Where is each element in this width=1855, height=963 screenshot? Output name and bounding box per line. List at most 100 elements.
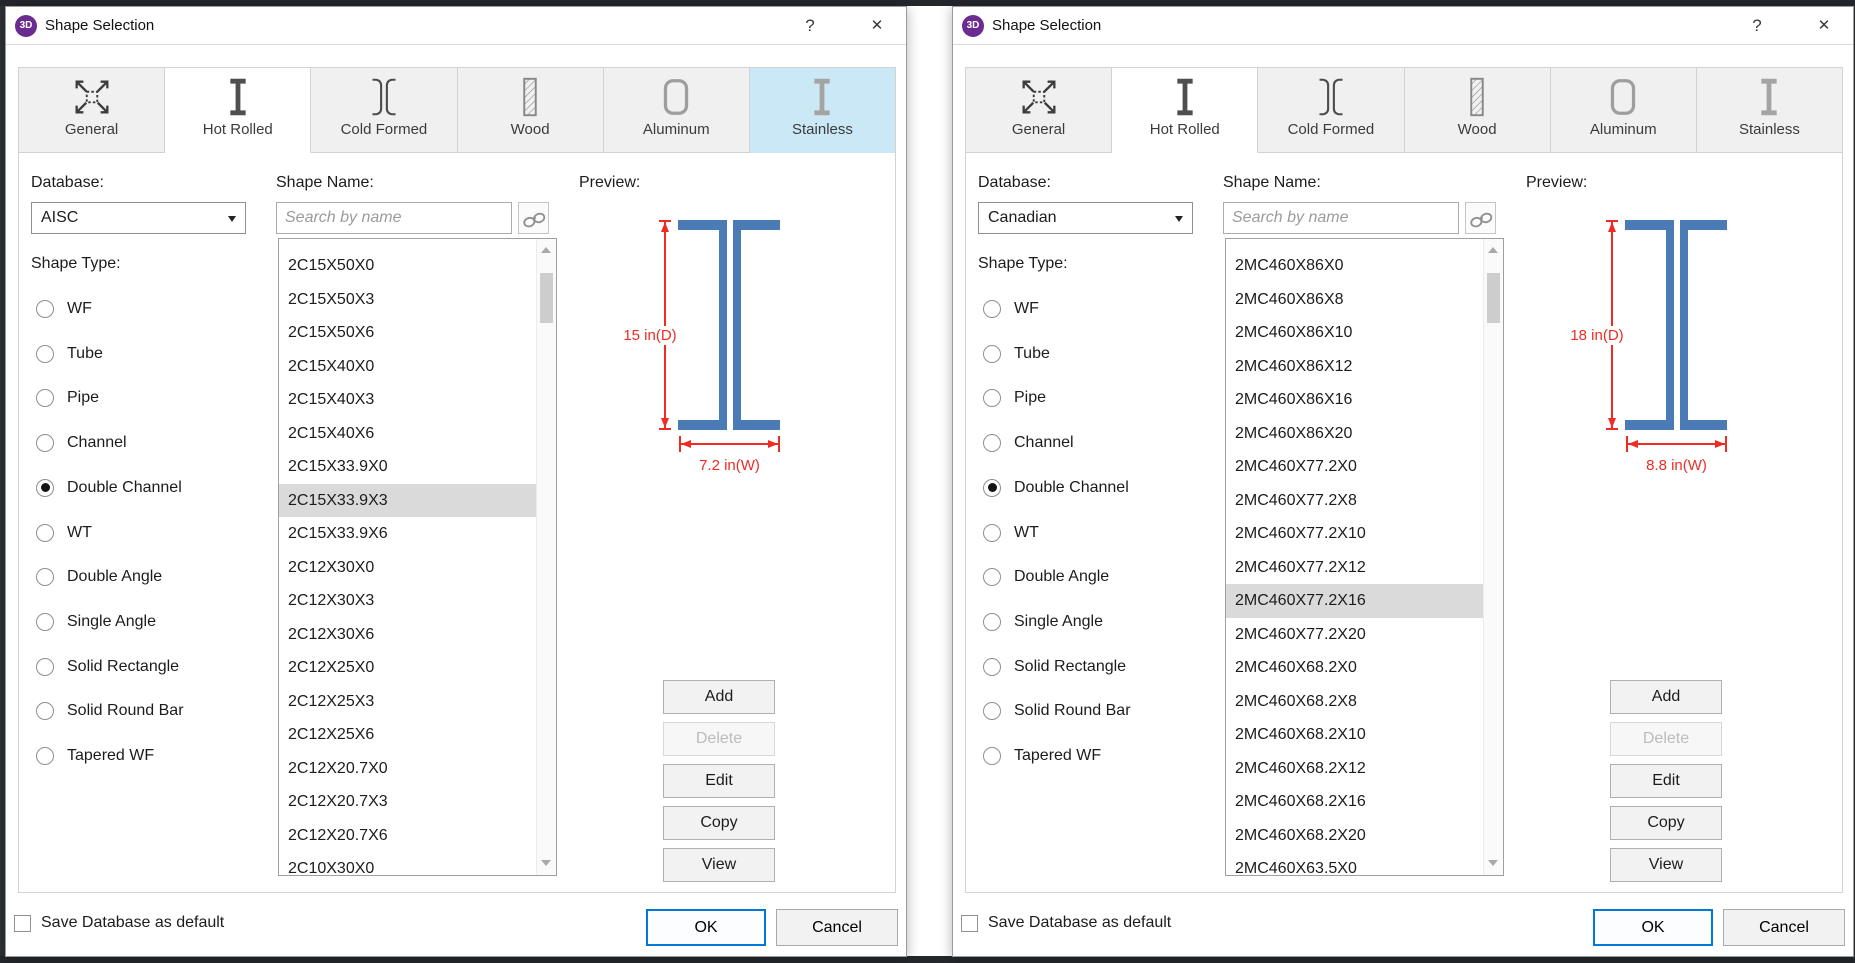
shape-type-option-single-angle[interactable]: Single Angle — [36, 611, 156, 633]
shape-type-option-channel[interactable]: Channel — [983, 432, 1074, 454]
scroll-up-icon[interactable] — [537, 242, 556, 260]
list-item[interactable]: 2MC460X86X8 — [1226, 283, 1483, 317]
cancel-button[interactable]: Cancel — [1723, 909, 1845, 946]
list-item[interactable]: 2MC460X86X10 — [1226, 316, 1483, 350]
radio-button[interactable] — [36, 300, 54, 318]
search-input[interactable] — [276, 202, 512, 234]
delete-button[interactable]: Delete — [663, 722, 775, 756]
list-item[interactable]: 2C12X25X0 — [279, 651, 536, 685]
shape-type-option-solid-rectangle[interactable]: Solid Rectangle — [36, 656, 179, 678]
shape-type-option-double-angle[interactable]: Double Angle — [36, 566, 162, 588]
radio-button[interactable] — [983, 524, 1001, 542]
tab-aluminum[interactable]: Aluminum — [1551, 68, 1697, 153]
delete-button[interactable]: Delete — [1610, 722, 1722, 756]
browse-button[interactable] — [518, 202, 549, 234]
database-dropdown[interactable]: Canadian — [978, 202, 1193, 234]
list-item[interactable]: 2C12X25X3 — [279, 685, 536, 719]
radio-button[interactable] — [36, 479, 54, 497]
list-item[interactable]: 2C15X50X0 — [279, 249, 536, 283]
list-item[interactable]: 2C15X40X6 — [279, 417, 536, 451]
shape-type-option-double-channel[interactable]: Double Channel — [36, 477, 182, 499]
list-item[interactable]: 2C15X33.9X6 — [279, 517, 536, 551]
save-default-option[interactable]: Save Database as default — [14, 911, 224, 935]
close-icon[interactable]: ✕ — [858, 7, 896, 45]
list-item[interactable]: 2C15X33.9X3 — [279, 484, 536, 518]
radio-button[interactable] — [36, 345, 54, 363]
list-item[interactable]: 2MC460X68.2X20 — [1226, 819, 1483, 853]
titlebar[interactable]: 3D Shape Selection ? ✕ — [6, 7, 906, 45]
tab-general[interactable]: General — [19, 68, 165, 153]
view-button[interactable]: View — [1610, 848, 1722, 882]
scroll-down-icon[interactable] — [1484, 854, 1503, 872]
tab-stainless[interactable]: Stainless — [1697, 68, 1842, 153]
radio-button[interactable] — [36, 702, 54, 720]
radio-button[interactable] — [983, 658, 1001, 676]
radio-button[interactable] — [983, 345, 1001, 363]
list-item[interactable]: 2MC460X77.2X0 — [1226, 450, 1483, 484]
shape-type-option-solid-rectangle[interactable]: Solid Rectangle — [983, 656, 1126, 678]
copy-button[interactable]: Copy — [663, 806, 775, 840]
ok-button[interactable]: OK — [646, 909, 766, 946]
help-button[interactable]: ? — [794, 7, 826, 45]
shape-type-option-single-angle[interactable]: Single Angle — [983, 611, 1103, 633]
tab-wood[interactable]: Wood — [1405, 68, 1551, 153]
shape-name-list-box[interactable]: 2MC460X86X02MC460X86X82MC460X86X102MC460… — [1225, 238, 1504, 876]
shape-type-option-tapered-wf[interactable]: Tapered WF — [36, 745, 154, 767]
save-default-checkbox[interactable] — [14, 915, 31, 932]
list-item[interactable]: 2C12X20.7X6 — [279, 819, 536, 853]
list-item[interactable]: 2MC460X68.2X10 — [1226, 718, 1483, 752]
shape-type-option-wf[interactable]: WF — [36, 298, 92, 320]
tab-hot-rolled[interactable]: Hot Rolled — [1112, 68, 1258, 153]
list-item[interactable]: 2MC460X86X16 — [1226, 383, 1483, 417]
shape-type-option-double-angle[interactable]: Double Angle — [983, 566, 1109, 588]
scroll-down-icon[interactable] — [537, 854, 556, 872]
list-item[interactable]: 2MC460X86X20 — [1226, 417, 1483, 451]
titlebar[interactable]: 3D Shape Selection ? ✕ — [953, 7, 1853, 45]
list-item[interactable]: 2C15X40X3 — [279, 383, 536, 417]
list-item[interactable]: 2C12X30X3 — [279, 584, 536, 618]
radio-button[interactable] — [983, 300, 1001, 318]
scrollbar-thumb[interactable] — [540, 273, 553, 323]
list-item[interactable]: 2C15X50X6 — [279, 316, 536, 350]
tab-hot-rolled[interactable]: Hot Rolled — [165, 68, 311, 153]
shape-type-option-channel[interactable]: Channel — [36, 432, 127, 454]
list-item[interactable]: 2MC460X68.2X12 — [1226, 752, 1483, 786]
shape-type-option-tube[interactable]: Tube — [983, 343, 1050, 365]
shape-type-option-pipe[interactable]: Pipe — [983, 387, 1046, 409]
add-button[interactable]: Add — [1610, 680, 1722, 714]
shape-type-option-wt[interactable]: WT — [983, 522, 1039, 544]
search-input[interactable] — [1223, 202, 1459, 234]
shape-type-option-solid-round-bar[interactable]: Solid Round Bar — [983, 700, 1131, 722]
tab-cold-formed[interactable]: Cold Formed — [1258, 68, 1404, 153]
save-default-option[interactable]: Save Database as default — [961, 911, 1171, 935]
radio-button[interactable] — [36, 613, 54, 631]
list-item[interactable]: 2MC460X86X0 — [1226, 249, 1483, 283]
radio-button[interactable] — [983, 389, 1001, 407]
scrollbar[interactable] — [536, 239, 556, 875]
list-item[interactable]: 2C12X20.7X0 — [279, 752, 536, 786]
list-item[interactable]: 2MC460X77.2X16 — [1226, 584, 1483, 618]
radio-button[interactable] — [36, 524, 54, 542]
tab-aluminum[interactable]: Aluminum — [604, 68, 750, 153]
shape-type-option-pipe[interactable]: Pipe — [36, 387, 99, 409]
list-item[interactable]: 2C12X30X0 — [279, 551, 536, 585]
list-item[interactable]: 2C10X30X0 — [279, 852, 536, 875]
shape-type-option-double-channel[interactable]: Double Channel — [983, 477, 1129, 499]
list-item[interactable]: 2MC460X63.5X0 — [1226, 852, 1483, 875]
radio-button[interactable] — [36, 568, 54, 586]
shape-type-option-solid-round-bar[interactable]: Solid Round Bar — [36, 700, 184, 722]
edit-button[interactable]: Edit — [663, 764, 775, 798]
scroll-up-icon[interactable] — [1484, 242, 1503, 260]
add-button[interactable]: Add — [663, 680, 775, 714]
list-item[interactable]: 2C12X30X6 — [279, 618, 536, 652]
radio-button[interactable] — [983, 702, 1001, 720]
list-item[interactable]: 2MC460X77.2X10 — [1226, 517, 1483, 551]
cancel-button[interactable]: Cancel — [776, 909, 898, 946]
radio-button[interactable] — [36, 389, 54, 407]
list-item[interactable]: 2MC460X86X12 — [1226, 350, 1483, 384]
help-button[interactable]: ? — [1741, 7, 1773, 45]
shape-type-option-tapered-wf[interactable]: Tapered WF — [983, 745, 1101, 767]
radio-button[interactable] — [983, 434, 1001, 452]
radio-button[interactable] — [36, 434, 54, 452]
list-item[interactable]: 2MC460X68.2X8 — [1226, 685, 1483, 719]
